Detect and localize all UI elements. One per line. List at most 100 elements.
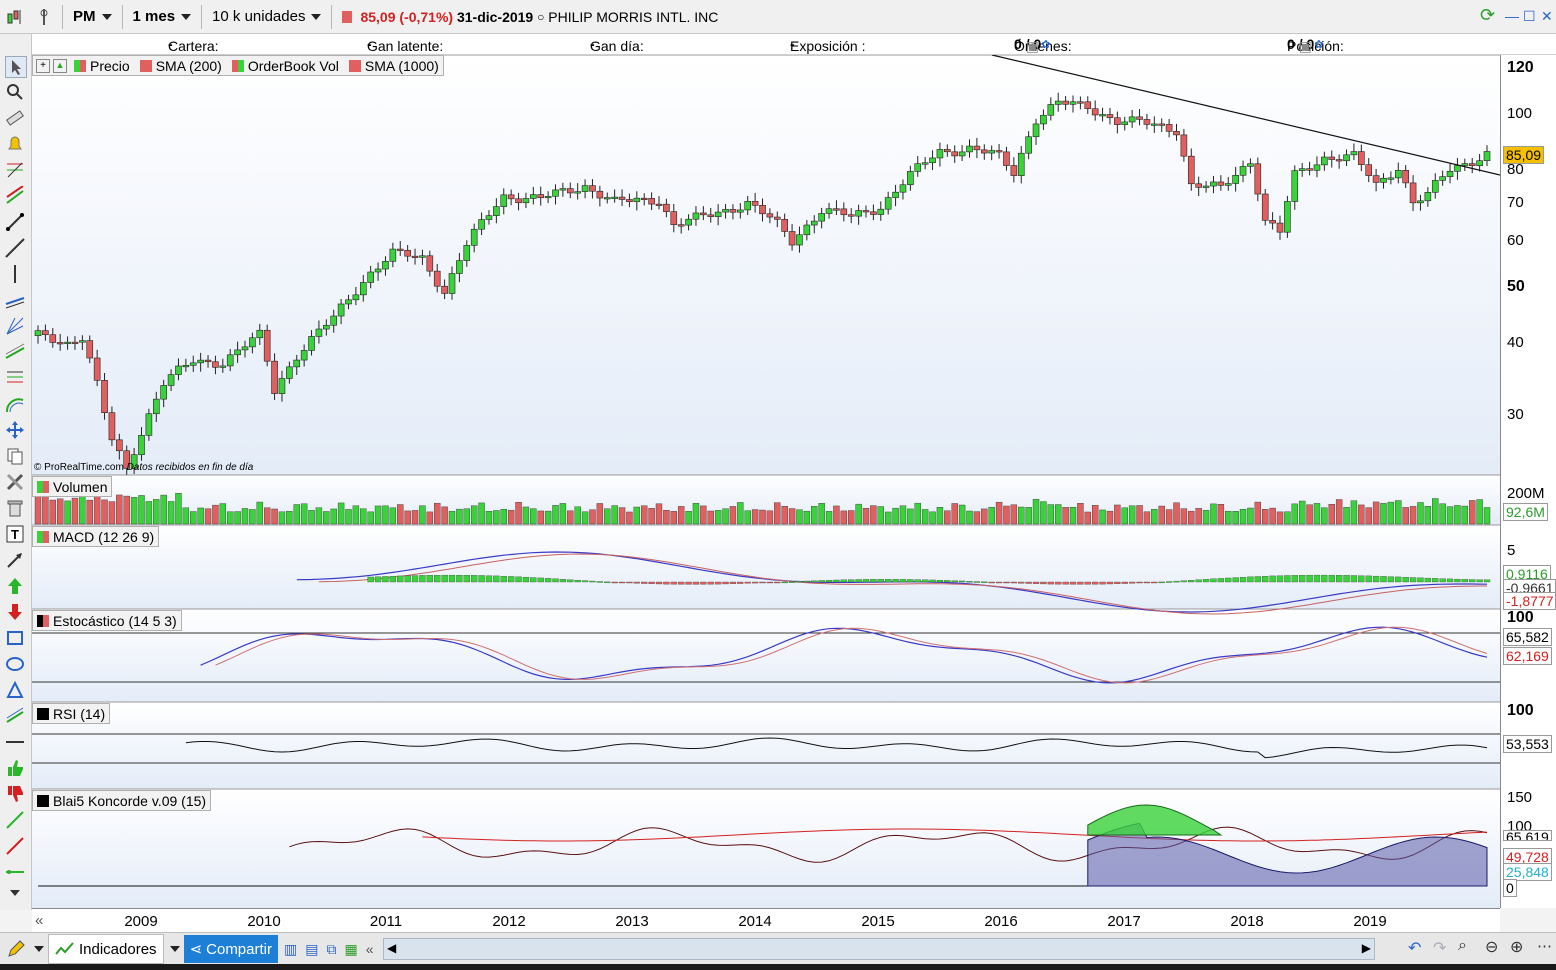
info-icon[interactable]	[342, 10, 353, 23]
price-candle	[293, 359, 301, 368]
zoom-in-icon[interactable]: ⊕	[1510, 937, 1523, 957]
chat-icon[interactable]: ▤	[305, 941, 318, 958]
volume-bar	[1136, 505, 1143, 525]
zoom-out-icon[interactable]: ⊖	[1485, 937, 1498, 957]
stoch-legend[interactable]: Estocástico (14 5 3)	[32, 610, 182, 631]
time-scrollbar[interactable]: ◀ ▶	[383, 938, 1375, 960]
expand-icon[interactable]: +	[36, 58, 50, 73]
trash-icon[interactable]	[5, 498, 25, 518]
legend-precio[interactable]: Precio	[90, 58, 130, 74]
price-candle	[1387, 177, 1395, 180]
units-selector[interactable]: 10 k unidades	[206, 4, 327, 30]
arrow-up-icon[interactable]	[5, 576, 25, 596]
chart-canvas[interactable]	[32, 55, 1500, 908]
ordenes-field[interactable]: Órdenes: 0 ▣ / 0 ✿	[1014, 36, 1072, 54]
thumbs-up-icon[interactable]	[5, 758, 25, 778]
maximize-icon[interactable]: ☐	[1523, 8, 1536, 25]
indicadores-button[interactable]: Indicadores	[48, 934, 164, 964]
collapse-icon[interactable]: «	[366, 941, 374, 957]
koncorde-legend[interactable]: Blai5 Koncorde v.09 (15)	[32, 790, 212, 811]
volume-bar	[1424, 506, 1432, 525]
volume-bar	[1291, 503, 1298, 525]
time-axis[interactable]: « 2009 2010 2011 2012 2013 2014 2015 201…	[32, 908, 1500, 933]
scroll-left-arrow-icon[interactable]: ◀	[387, 941, 396, 955]
rsi-legend[interactable]: RSI (14)	[32, 703, 111, 724]
minimize-icon[interactable]: —	[1505, 8, 1519, 24]
price-axis[interactable]: 120 100 80 70 60 50 40 30 85,09 200M 92,…	[1500, 55, 1556, 908]
redo-icon[interactable]: ↷	[1433, 938, 1446, 958]
price-candle	[79, 340, 86, 343]
arrow-line-icon[interactable]	[5, 550, 25, 570]
link-icon[interactable]	[32, 4, 58, 30]
text-icon[interactable]: T	[5, 524, 25, 544]
macd-histogram-bar	[1446, 578, 1454, 583]
posicion-field[interactable]: Posición: 0 ▣ / 0 ✿	[1287, 36, 1344, 54]
triangle-icon[interactable]	[5, 680, 25, 700]
windows-icon[interactable]: ⧉	[326, 941, 336, 958]
rectangle-icon[interactable]	[5, 628, 25, 648]
green-line-icon[interactable]	[5, 810, 25, 830]
scroll-right-arrow-icon[interactable]: ▶	[1362, 941, 1371, 955]
layout-icon[interactable]: ▥	[284, 941, 297, 958]
macd-histogram-bar	[766, 581, 774, 584]
macd-histogram-bar	[1395, 576, 1402, 583]
horizontal-line-icon[interactable]	[5, 732, 25, 752]
orders-icon: ▣	[1298, 38, 1312, 54]
price-candle	[530, 194, 537, 199]
pencil-icon[interactable]	[0, 935, 32, 963]
chevron-down-icon[interactable]	[169, 946, 180, 952]
price-candle	[1439, 176, 1446, 181]
more-icon[interactable]: ⋯	[1537, 937, 1552, 955]
volume-bar	[204, 508, 212, 525]
vertical-line-icon[interactable]	[5, 264, 25, 284]
channel-icon[interactable]	[5, 185, 25, 206]
ticker-selector[interactable]: PM	[67, 4, 118, 30]
legend-sma1000[interactable]: SMA (1000)	[365, 58, 439, 74]
volume-bar	[263, 507, 271, 525]
macd-histogram-bar	[1136, 581, 1143, 584]
more-tools-icon[interactable]	[5, 886, 25, 906]
regression-icon[interactable]	[5, 706, 25, 726]
macd-histogram-bar	[1047, 581, 1054, 585]
legend-orderbook[interactable]: OrderBook Vol	[248, 58, 339, 74]
segment-icon[interactable]	[5, 212, 25, 232]
macd-histogram-bar	[678, 581, 685, 585]
price-candle	[995, 150, 1003, 153]
scroll-left-icon[interactable]: «	[35, 912, 43, 929]
price-candle	[670, 211, 678, 225]
level-line-icon[interactable]	[5, 862, 25, 882]
undo-icon[interactable]: ↶	[1408, 938, 1421, 958]
parallel-lines-icon[interactable]	[5, 290, 25, 310]
volume-legend[interactable]: Volumen	[32, 476, 113, 497]
arc-icon[interactable]	[5, 394, 25, 414]
price-candle	[330, 315, 338, 326]
compartir-button[interactable]: ⋖ Compartir	[183, 935, 278, 963]
interval-selector[interactable]: 1 mes	[127, 4, 198, 30]
up-arrow-icon[interactable]: ▲	[53, 58, 67, 73]
zoom-fit-icon[interactable]: ⌕	[1458, 937, 1467, 955]
trend-channel-icon[interactable]	[5, 342, 25, 362]
tools-icon[interactable]	[5, 472, 25, 492]
close-icon[interactable]: ✕	[1541, 8, 1553, 25]
retracement-icon[interactable]	[5, 368, 25, 388]
fan-icon[interactable]	[5, 316, 25, 336]
refresh-icon[interactable]: ⟳	[1480, 5, 1495, 26]
thumbs-down-icon[interactable]	[5, 784, 25, 804]
move-icon[interactable]	[5, 420, 25, 440]
price-candle	[892, 191, 899, 198]
line-icon[interactable]	[5, 238, 25, 258]
copy-icon[interactable]	[5, 446, 25, 466]
excel-icon[interactable]: ▦	[344, 941, 357, 958]
zoom-icon[interactable]	[5, 82, 25, 102]
ellipse-icon[interactable]	[5, 654, 25, 674]
fibonacci-icon[interactable]	[5, 160, 25, 180]
chart-type-icon[interactable]	[0, 4, 32, 30]
alert-bell-icon[interactable]	[5, 134, 25, 154]
chevron-down-icon[interactable]	[34, 946, 44, 952]
legend-sma200[interactable]: SMA (200)	[156, 58, 222, 74]
arrow-down-icon[interactable]	[5, 602, 25, 622]
pointer-icon[interactable]	[5, 56, 27, 78]
macd-legend[interactable]: MACD (12 26 9)	[32, 526, 160, 547]
ruler-icon[interactable]	[5, 108, 25, 128]
red-line-icon[interactable]	[5, 836, 25, 856]
